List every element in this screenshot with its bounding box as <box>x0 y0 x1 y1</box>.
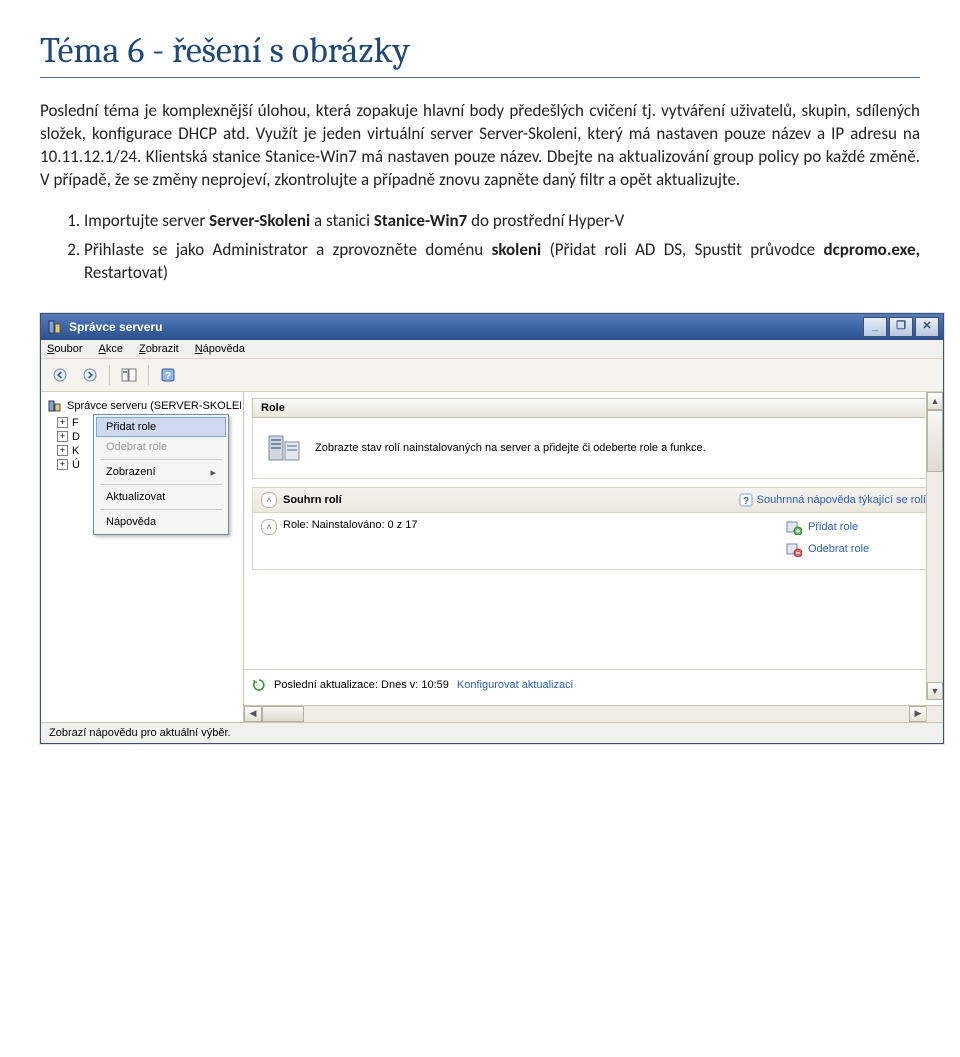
tree-expander-icon[interactable]: + <box>57 417 68 428</box>
step-text: (Přidat roli AD DS, Spustit průvodce <box>541 239 823 260</box>
panel-header[interactable]: ˄ Souhrn rolí ? Souhrnná nápověda týkají… <box>253 488 934 513</box>
minimize-button[interactable]: _ <box>863 317 887 337</box>
context-menu-label: Zobrazení <box>106 466 156 478</box>
tree-expander-icon[interactable]: + <box>57 445 68 456</box>
last-update-text: Poslední aktualizace: Dnes v: 10:59 <box>274 679 449 691</box>
context-menu-separator <box>100 509 222 510</box>
toolbar-separator <box>109 365 110 385</box>
context-menu-separator <box>100 459 222 460</box>
submenu-arrow-icon: ▸ <box>210 466 216 479</box>
menu-view[interactable]: Zobrazit <box>139 343 179 355</box>
scroll-track[interactable] <box>927 472 943 682</box>
scroll-down-button[interactable]: ▼ <box>927 682 943 700</box>
menu-file[interactable]: Soubor <box>47 343 82 355</box>
collapse-icon[interactable]: ˄ <box>261 519 277 535</box>
help-button[interactable]: ? <box>155 363 181 387</box>
step-bold: Stanice-Win7 <box>374 210 467 231</box>
context-menu-refresh[interactable]: Aktualizovat <box>96 487 226 507</box>
intro-paragraph: Poslední téma je komplexnější úlohou, kt… <box>40 100 920 192</box>
tree-node-label: D <box>72 431 80 443</box>
tree-expander-icon[interactable]: + <box>57 431 68 442</box>
vertical-scrollbar[interactable]: ▲ ▼ <box>926 392 943 700</box>
add-role-icon <box>786 519 802 535</box>
horizontal-scrollbar[interactable]: ◀ ▶ <box>244 705 927 722</box>
help-icon: ? <box>739 493 753 507</box>
tree-node-label: K <box>72 445 79 457</box>
refresh-icon[interactable] <box>252 678 266 692</box>
scroll-up-button[interactable]: ▲ <box>927 392 943 410</box>
tree-root-node[interactable]: Správce serveru (SERVER-SKOLENI <box>43 396 241 416</box>
step-bold: dcpromo.exe, <box>824 239 920 260</box>
last-update-bar: Poslední aktualizace: Dnes v: 10:59 Konf… <box>244 669 927 700</box>
panel-body: ˄ Role: Nainstalováno: 0 z 17 Přidat rol… <box>253 513 934 569</box>
scroll-left-button[interactable]: ◀ <box>244 706 262 722</box>
tree-expander-icon[interactable]: + <box>57 459 68 470</box>
step-item: Importujte server Server-Skoleni a stani… <box>84 210 920 233</box>
close-button[interactable]: ✕ <box>915 317 939 337</box>
maximize-button[interactable]: ❐ <box>889 317 913 337</box>
scroll-thumb[interactable] <box>262 706 304 722</box>
step-text: Restartovat) <box>84 262 168 283</box>
menubar: Soubor Akce Zobrazit Nápověda <box>41 340 943 359</box>
link-text: Přidat role <box>808 521 858 533</box>
column-header[interactable]: Role <box>252 398 935 418</box>
tree-root-label: Správce serveru (SERVER-SKOLENI <box>67 400 241 412</box>
roles-intro-panel: Zobrazte stav rolí nainstalovaných na se… <box>252 418 935 479</box>
scroll-track[interactable] <box>304 706 909 722</box>
step-bold: Server-Skoleni <box>209 210 310 231</box>
installed-roles-label: Role: Nainstalováno: 0 z 17 <box>283 519 418 531</box>
context-menu: Přidat role Odebrat role Zobrazení ▸ Aktu… <box>93 414 229 535</box>
tree-node-label: Ú <box>72 459 80 471</box>
add-roles-link[interactable]: Přidat role <box>786 519 926 535</box>
app-icon <box>47 319 63 335</box>
step-text: a stanici <box>310 210 374 231</box>
scroll-thumb[interactable] <box>927 410 943 472</box>
context-menu-add-roles[interactable]: Přidat role <box>96 417 226 437</box>
client-area: Správce serveru (SERVER-SKOLENI + F + D + K… <box>41 392 943 722</box>
panel-help-text: Souhrnná nápověda týkající se rolí <box>757 494 926 506</box>
server-icon <box>47 398 63 414</box>
page-title: Téma 6 - řešení s obrázky <box>40 30 920 71</box>
svg-text:?: ? <box>743 496 749 507</box>
roles-intro-text: Zobrazte stav rolí nainstalovaných na se… <box>315 442 706 454</box>
toolbar: ? <box>41 359 943 392</box>
menu-help[interactable]: Nápověda <box>195 343 245 355</box>
window-titlebar[interactable]: Správce serveru _ ❐ ✕ <box>41 314 943 340</box>
collapse-icon[interactable]: ˄ <box>261 492 277 508</box>
context-menu-help[interactable]: Nápověda <box>96 512 226 532</box>
step-text: Přihlaste se jako Administrator a zprovo… <box>84 239 492 260</box>
svg-text:?: ? <box>165 371 171 382</box>
context-menu-remove-roles: Odebrat role <box>96 437 226 457</box>
scroll-corner <box>926 705 943 722</box>
remove-role-icon <box>786 541 802 557</box>
statusbar: Zobrazí nápovědu pro aktuální výběr. <box>41 722 943 743</box>
step-text: do prostřední Hyper-V <box>467 210 624 231</box>
show-hide-button[interactable] <box>116 363 142 387</box>
tree-node-label: F <box>72 417 79 429</box>
step-item: Přihlaste se jako Administrator a zprovo… <box>84 239 920 285</box>
forward-button[interactable] <box>77 363 103 387</box>
configure-update-link[interactable]: Konfigurovat aktualizaci <box>457 679 573 691</box>
toolbar-separator <box>148 365 149 385</box>
link-text: Odebrat role <box>808 543 869 555</box>
context-menu-view[interactable]: Zobrazení ▸ <box>96 462 226 482</box>
remove-roles-link[interactable]: Odebrat role <box>786 541 926 557</box>
status-text: Zobrazí nápovědu pro aktuální výběr. <box>49 727 231 739</box>
roles-icon <box>265 428 305 468</box>
content-pane: Role Zobrazte stav rolí nainstalovaných … <box>244 392 943 722</box>
window-title: Správce serveru <box>69 320 863 334</box>
panel-title: Souhrn rolí <box>283 494 733 506</box>
step-text: Importujte server <box>84 210 209 231</box>
steps-list: Importujte server Server-Skoleni a stani… <box>40 210 920 285</box>
server-manager-window: Správce serveru _ ❐ ✕ Soubor Akce Zobraz… <box>40 313 944 744</box>
scroll-right-button[interactable]: ▶ <box>909 706 927 722</box>
context-menu-separator <box>100 484 222 485</box>
back-button[interactable] <box>47 363 73 387</box>
roles-summary-panel: ˄ Souhrn rolí ? Souhrnná nápověda týkají… <box>252 487 935 570</box>
horizontal-rule <box>40 77 920 78</box>
menu-action[interactable]: Akce <box>98 343 122 355</box>
tree-pane[interactable]: Správce serveru (SERVER-SKOLENI + F + D + K… <box>41 392 244 722</box>
step-bold: skoleni <box>492 239 542 260</box>
panel-help-link[interactable]: ? Souhrnná nápověda týkající se rolí <box>739 493 926 507</box>
